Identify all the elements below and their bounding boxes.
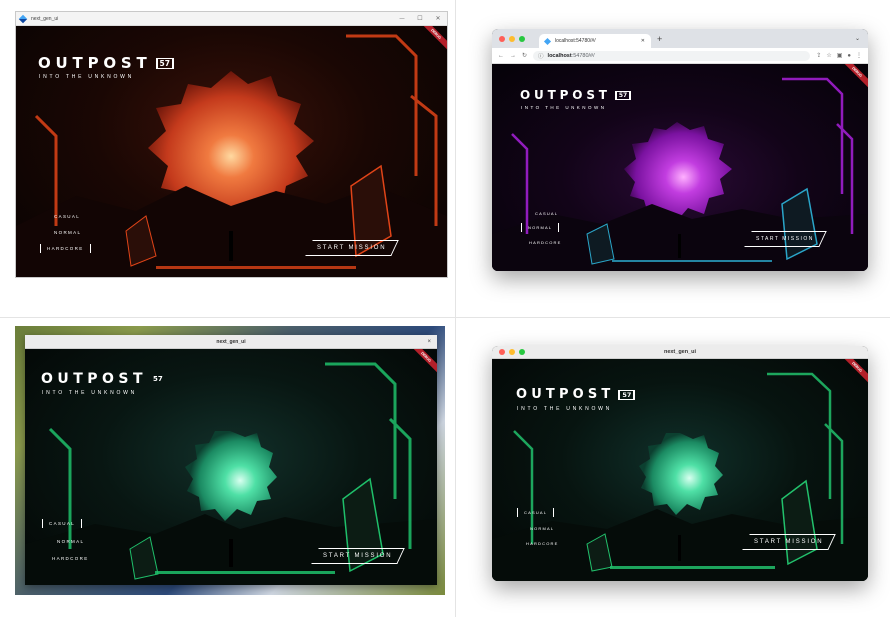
game-scene: OUTPOST 57 INTO THE UNKNOWN CASUAL NORMAL… xyxy=(16,26,447,277)
minimize-dot[interactable] xyxy=(509,349,515,355)
url-host: localhost xyxy=(547,52,572,59)
chrome-toolbar: ← → ↻ ⓘ localhost:54780/#/ ⇪ ☆ ▣ ● ⋮ xyxy=(492,48,868,64)
difficulty-hardcore[interactable]: HARDCORE xyxy=(529,240,562,245)
profile-icon[interactable]: ● xyxy=(847,53,851,59)
logo-title: OUTPOST xyxy=(516,387,615,402)
debug-banner: DEBUG xyxy=(409,349,437,377)
reload-icon[interactable]: ↻ xyxy=(522,52,527,59)
tagline: INTO THE UNKNOWN xyxy=(42,390,137,396)
start-mission-button[interactable]: START MISSION xyxy=(305,240,400,256)
window-title: next_gen_ui xyxy=(663,349,697,355)
difficulty-normal[interactable]: NORMAL xyxy=(521,223,560,232)
mac-app-window: next_gen_ui OUTPOST57 INTO THE UNKNOWN xyxy=(492,346,868,581)
close-button[interactable]: ✕ xyxy=(429,15,447,22)
forward-icon[interactable]: → xyxy=(510,53,516,59)
start-mission-button[interactable]: START MISSION xyxy=(742,534,837,550)
game-logo: OUTPOST 57 xyxy=(516,387,636,402)
orb xyxy=(624,122,732,222)
window-controls xyxy=(499,349,525,355)
debug-banner: DEBUG xyxy=(840,64,868,92)
bookmark-star-icon[interactable]: ☆ xyxy=(826,52,831,59)
close-button[interactable]: × xyxy=(427,339,431,345)
close-dot[interactable] xyxy=(499,349,505,355)
difficulty-casual[interactable]: CASUAL xyxy=(42,519,83,528)
linux-titlebar: next_gen_ui × xyxy=(25,335,437,349)
close-dot[interactable] xyxy=(499,35,505,42)
back-icon[interactable]: ← xyxy=(498,53,504,59)
tagline: INTO THE UNKNOWN xyxy=(517,406,612,412)
difficulty-normal[interactable]: NORMAL xyxy=(530,526,554,531)
url-rest: :54780/#/ xyxy=(571,52,595,59)
kebab-menu-icon[interactable]: ⋮ xyxy=(856,52,862,59)
window-title: next_gen_ui xyxy=(31,15,59,22)
zoom-dot[interactable] xyxy=(519,349,525,355)
tagline: INTO THE UNKNOWN xyxy=(39,74,134,80)
maximize-button[interactable]: ☐ xyxy=(411,15,429,22)
difficulty-hardcore[interactable]: HARDCORE xyxy=(40,244,91,253)
game-scene: OUTPOST 57 INTO THE UNKNOWN CASUAL NORMAL… xyxy=(492,64,868,271)
difficulty-casual[interactable]: CASUAL xyxy=(517,508,555,517)
windows-titlebar: next_gen_ui — ☐ ✕ xyxy=(16,12,447,26)
browser-tab[interactable]: localhost:54780/#/ ✕ xyxy=(539,34,651,48)
logo-number: 57 xyxy=(152,375,163,383)
start-mission-button[interactable]: START MISSION xyxy=(311,548,406,564)
linux-app-window: next_gen_ui × OUTPOST 57 INTO THE UNKNOW… xyxy=(25,335,437,585)
minimize-button[interactable]: — xyxy=(393,16,411,22)
orb xyxy=(639,433,723,515)
panel-divider-vertical xyxy=(455,0,456,617)
logo-number: 57 xyxy=(618,389,636,400)
game-scene: OUTPOST 57 INTO THE UNKNOWN CASUAL NORMAL… xyxy=(25,349,437,585)
game-logo: OUTPOST 57 xyxy=(520,88,632,102)
minimize-dot[interactable] xyxy=(509,35,515,42)
info-icon[interactable]: ⓘ xyxy=(538,52,544,60)
difficulty-hardcore[interactable]: HARDCORE xyxy=(52,556,89,561)
tab-title: localhost:54780/#/ xyxy=(555,38,596,44)
tab-close-icon[interactable]: ✕ xyxy=(641,38,645,44)
flutter-icon xyxy=(18,14,28,23)
logo-title: OUTPOST xyxy=(41,371,147,387)
difficulty-casual[interactable]: CASUAL xyxy=(54,214,80,219)
difficulty-hardcore[interactable]: HARDCORE xyxy=(526,541,559,546)
chevron-down-icon[interactable]: ⌄ xyxy=(855,35,860,42)
logo-number: 57 xyxy=(155,58,174,69)
tagline: INTO THE UNKNOWN xyxy=(521,105,607,110)
logo-title: OUTPOST xyxy=(520,88,611,102)
game-scene: OUTPOST 57 INTO THE UNKNOWN CASUAL NORMAL… xyxy=(492,359,868,581)
window-controls xyxy=(499,35,525,42)
logo-title: OUTPOST xyxy=(38,54,152,72)
game-logo: OUTPOST 57 xyxy=(38,54,174,72)
windows-app-window: next_gen_ui — ☐ ✕ OUTPOST 57 INTO THE UN… xyxy=(15,11,448,278)
window-title: next_gen_ui xyxy=(216,338,246,345)
logo-number: 57 xyxy=(614,91,632,100)
sidepanel-icon[interactable]: ▣ xyxy=(837,52,843,59)
difficulty-casual[interactable]: CASUAL xyxy=(535,211,558,216)
difficulty-normal[interactable]: NORMAL xyxy=(54,230,81,235)
chrome-tabstrip: localhost:54780/#/ ✕ + ⌄ xyxy=(492,29,868,48)
new-tab-button[interactable]: + xyxy=(657,34,662,44)
flutter-icon xyxy=(543,37,552,45)
panel-divider-horizontal xyxy=(0,317,890,318)
mac-titlebar: next_gen_ui xyxy=(492,346,868,359)
start-mission-button[interactable]: START MISSION xyxy=(744,231,827,247)
game-logo: OUTPOST 57 xyxy=(41,371,163,387)
difficulty-normal[interactable]: NORMAL xyxy=(57,539,84,544)
zoom-dot[interactable] xyxy=(519,35,525,42)
orb xyxy=(185,431,277,521)
debug-banner: DEBUG xyxy=(419,26,447,54)
share-icon[interactable]: ⇪ xyxy=(816,52,821,59)
debug-banner: DEBUG xyxy=(840,359,868,387)
chrome-window: localhost:54780/#/ ✕ + ⌄ ← → ↻ ⓘ localho… xyxy=(492,29,868,271)
address-bar[interactable]: ⓘ localhost:54780/#/ xyxy=(533,50,811,61)
